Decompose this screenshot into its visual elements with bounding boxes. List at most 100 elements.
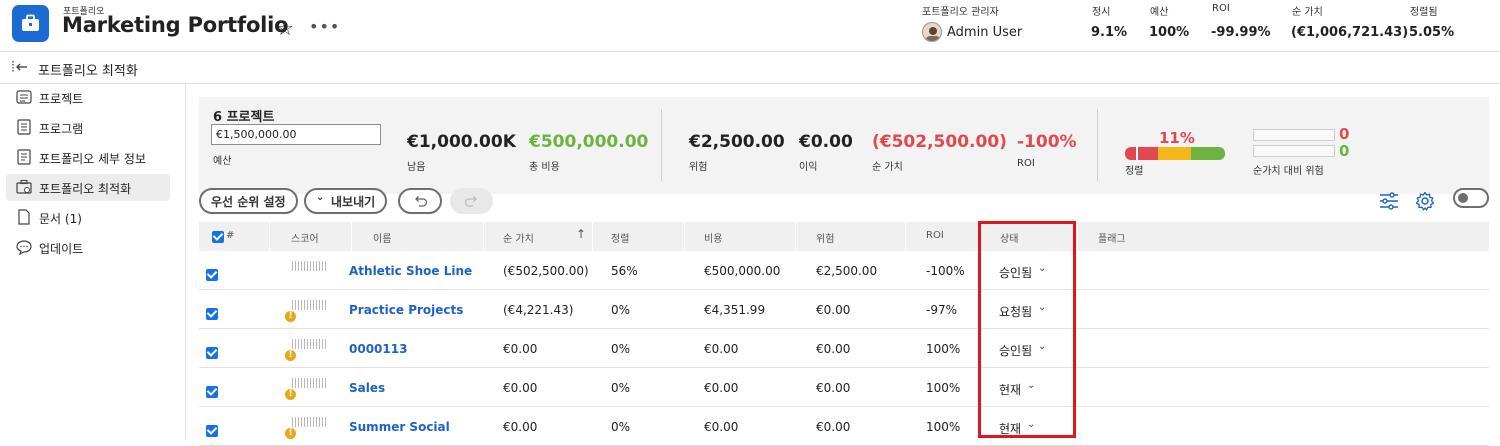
header-risk[interactable]: 위험 — [816, 230, 834, 245]
divider — [1097, 109, 1098, 181]
header-name[interactable]: 이름 — [373, 230, 391, 245]
row-checkbox[interactable] — [206, 347, 218, 359]
cell-roi: -97% — [926, 303, 958, 317]
cell-risk: €0.00 — [816, 381, 851, 395]
metric-label-netvalue: 순 가치 — [1292, 7, 1323, 18]
table-row[interactable]: ! Summer Social €0.00 0% €0.00 €0.00 100… — [199, 407, 1489, 446]
header-net-value[interactable]: 순 가치 — [503, 230, 534, 245]
sort-up-arrow-icon[interactable]: ↑ — [576, 227, 586, 241]
sidebar-item-programs[interactable]: 프로그램 — [6, 114, 170, 141]
manager-label: 포트폴리오 관리자 — [922, 7, 999, 18]
sidebar-item-label: 업데이트 — [39, 242, 84, 256]
cell-risk: €2,500.00 — [816, 264, 878, 278]
more-options-icon[interactable]: ••• — [309, 17, 340, 36]
sidebar-item-optimization[interactable]: 포트폴리오 최적화 — [6, 174, 170, 201]
cell-cost: €0.00 — [704, 342, 739, 356]
budget-input[interactable] — [211, 124, 381, 145]
filter-sliders-icon[interactable] — [1379, 192, 1399, 213]
column-divider — [269, 222, 270, 251]
cell-roi: 100% — [926, 381, 961, 395]
roi-value: -100% — [1017, 132, 1077, 152]
cell-net-value: €0.00 — [503, 381, 538, 395]
project-name-link[interactable]: Athletic Shoe Line — [349, 264, 472, 278]
header-score[interactable]: 스코어 — [291, 230, 319, 245]
project-name-link[interactable]: 0000113 — [349, 342, 407, 356]
cell-alignment: 0% — [611, 381, 631, 395]
column-divider — [795, 222, 796, 251]
details-icon — [16, 149, 32, 166]
status-column-highlight — [978, 221, 1076, 438]
cell-roi: -100% — [926, 264, 965, 278]
select-all-checkbox[interactable] — [212, 231, 224, 243]
row-checkbox[interactable] — [206, 308, 218, 320]
net-value-value: (€502,500.00) — [872, 132, 1007, 152]
table-row[interactable]: ! 0000113 €0.00 0% €0.00 €0.00 100% 승인됨 … — [199, 329, 1489, 368]
cell-risk: €0.00 — [816, 342, 851, 356]
undo-button[interactable] — [398, 188, 442, 214]
sidebar-item-label: 포트폴리오 최적화 — [39, 182, 132, 196]
header-alignment[interactable]: 정렬 — [611, 230, 629, 245]
row-checkbox[interactable] — [206, 386, 218, 398]
top-header: 포트폴리오 Marketing Portfolio ☆ ••• 포트폴리오 관리… — [0, 0, 1500, 52]
profit-value: €0.00 — [799, 132, 853, 152]
sidebar-item-details[interactable]: 포트폴리오 세부 정보 — [6, 144, 170, 171]
cell-net-value: (€502,500.00) — [503, 264, 589, 278]
table-row[interactable]: ! Sales €0.00 0% €0.00 €0.00 100% 현재 ⌄ — [199, 368, 1489, 407]
header-num: # — [226, 230, 235, 241]
header-flag[interactable]: 플래그 — [1098, 230, 1126, 245]
risk-vs-value-bottom: 0 — [1339, 142, 1350, 160]
alignment-label: 정렬 — [1125, 166, 1144, 177]
sidebar-item-projects[interactable]: 프로젝트 — [6, 84, 170, 111]
warning-icon[interactable]: ! — [285, 428, 296, 439]
cell-alignment: 0% — [611, 342, 631, 356]
cell-cost: €4,351.99 — [704, 303, 766, 317]
sidebar-item-updates[interactable]: 업데이트 — [6, 234, 170, 261]
warning-icon[interactable]: ! — [285, 311, 296, 322]
project-name-link[interactable]: Summer Social — [349, 420, 450, 434]
column-divider — [483, 222, 484, 251]
header-roi[interactable]: ROI — [926, 230, 944, 241]
row-checkbox[interactable] — [206, 425, 218, 437]
score-bar — [292, 300, 326, 310]
cell-cost: €0.00 — [704, 381, 739, 395]
avatar[interactable] — [922, 22, 942, 42]
manager-name[interactable]: Admin User — [947, 25, 1022, 40]
collapse-left-icon[interactable] — [12, 60, 28, 78]
warning-icon[interactable]: ! — [285, 389, 296, 400]
program-icon — [16, 119, 32, 136]
table-row[interactable]: Athletic Shoe Line (€502,500.00) 56% €50… — [199, 251, 1489, 290]
header-cost[interactable]: 비용 — [704, 230, 722, 245]
sidebar-item-label: 프로젝트 — [39, 92, 84, 106]
score-bar — [292, 339, 326, 349]
table-row[interactable]: ! Practice Projects (€4,221.43) 0% €4,35… — [199, 290, 1489, 329]
redo-button[interactable] — [450, 188, 493, 214]
comment-icon — [16, 239, 32, 256]
cell-net-value: €0.00 — [503, 342, 538, 356]
row-checkbox[interactable] — [206, 269, 218, 281]
sub-header: 포트폴리오 최적화 — [0, 52, 1500, 84]
toolbar: 우선 순위 설정 ⌄ 내보내기 — [187, 188, 1500, 220]
column-divider — [592, 222, 593, 251]
export-button[interactable]: ⌄ 내보내기 — [304, 188, 388, 214]
alignment-gauge-marker — [1136, 145, 1138, 162]
portfolio-briefcase-icon[interactable] — [12, 5, 49, 42]
risk-vs-value-top: 0 — [1339, 125, 1350, 143]
view-toggle[interactable] — [1453, 188, 1489, 208]
settings-gear-icon[interactable] — [1415, 191, 1435, 214]
project-name-link[interactable]: Practice Projects — [349, 303, 463, 317]
main-content: 6 프로젝트 예산 €1,000.00K 남음 €500,000.00 총 비용… — [187, 84, 1500, 446]
cell-roi: 100% — [926, 420, 961, 434]
risk-vs-value-label: 순가치 대비 위험 — [1253, 166, 1324, 177]
optimize-icon — [16, 179, 32, 196]
redo-icon — [464, 196, 477, 207]
remaining-value: €1,000.00K — [407, 132, 516, 152]
favorite-star-icon[interactable]: ☆ — [276, 16, 294, 40]
set-priority-button[interactable]: 우선 순위 설정 — [199, 188, 298, 214]
sidebar-item-documents[interactable]: 문서 (1) — [6, 204, 170, 231]
warning-icon[interactable]: ! — [285, 350, 296, 361]
undo-icon — [415, 196, 428, 207]
risk-label: 위험 — [689, 162, 708, 173]
metric-label-budget: 예산 — [1150, 7, 1169, 18]
project-name-link[interactable]: Sales — [349, 381, 385, 395]
metric-value-roi: -99.99% — [1211, 25, 1271, 40]
